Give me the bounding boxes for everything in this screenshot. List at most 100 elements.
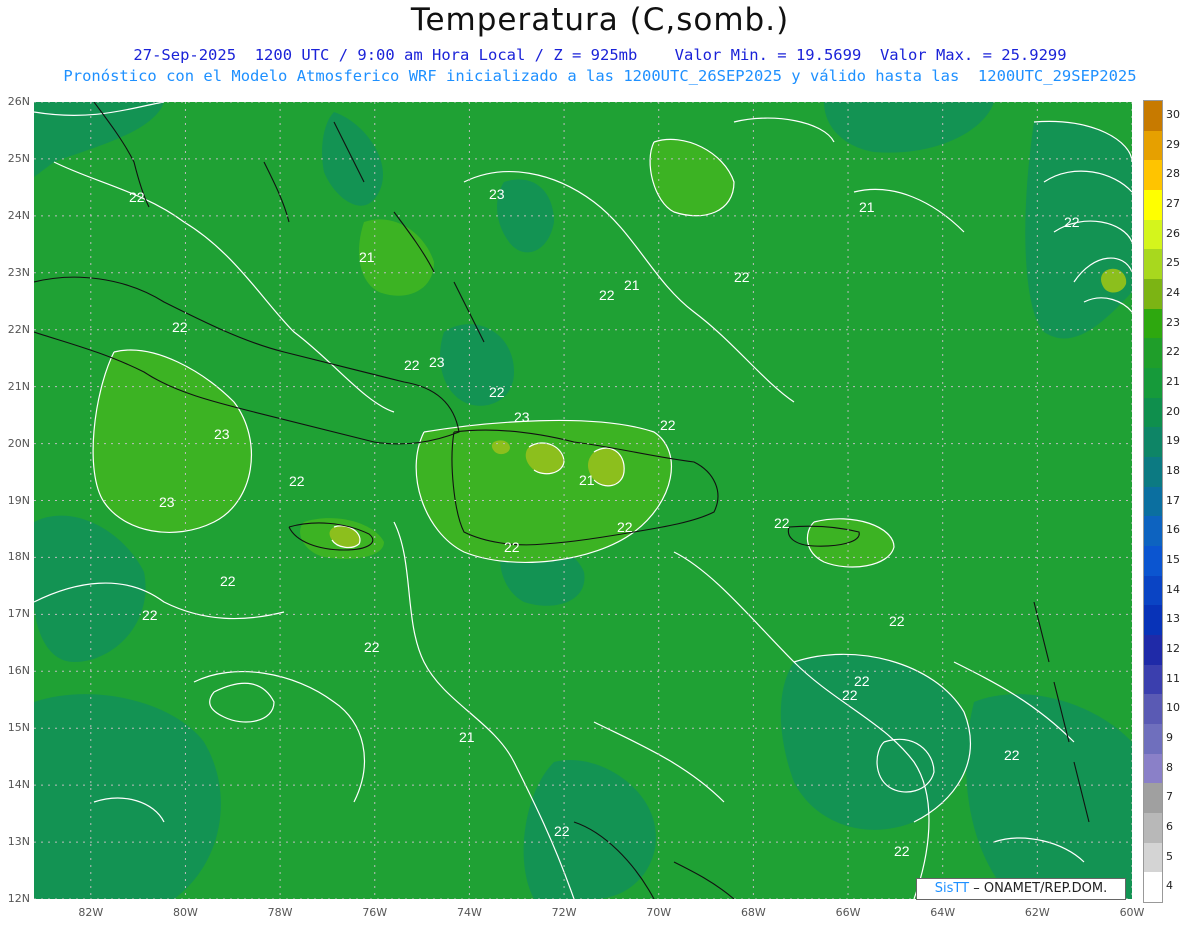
legend-label: 10 xyxy=(1166,701,1180,715)
contour-label: 23 xyxy=(489,186,505,202)
contour-label: 22 xyxy=(404,357,420,373)
longitude-label: 60W xyxy=(1119,906,1145,919)
latitude-label: 21N xyxy=(7,379,30,393)
latitude-label: 23N xyxy=(7,265,30,279)
legend-label: 13 xyxy=(1166,612,1180,626)
longitude-label: 76W xyxy=(362,906,388,919)
legend-swatch xyxy=(1144,338,1162,369)
legend-swatch xyxy=(1144,219,1162,250)
contour-label: 21 xyxy=(579,472,595,488)
legend-swatch xyxy=(1144,101,1162,132)
subtitle-valid-time: 27-Sep-2025 1200 UTC / 9:00 am Hora Loca… xyxy=(133,46,1067,64)
longitude-label: 68W xyxy=(740,906,766,919)
sistt-logo: SisTT xyxy=(934,881,970,896)
legend-swatch xyxy=(1144,694,1162,725)
contour-label: 22 xyxy=(660,417,676,433)
latitude-label: 18N xyxy=(7,550,30,564)
contour-label: 22 xyxy=(1064,214,1080,230)
legend-swatch xyxy=(1144,605,1162,636)
legend-swatch xyxy=(1144,368,1162,399)
legend-label: 27 xyxy=(1166,196,1180,210)
longitude-label: 80W xyxy=(173,906,198,919)
longitude-label: 64W xyxy=(930,906,956,919)
legend-swatch xyxy=(1144,160,1162,191)
contour-label: 22 xyxy=(617,519,633,535)
contour-label: 22 xyxy=(554,823,570,839)
contour-label: 21 xyxy=(459,729,475,745)
longitude-label: 72W xyxy=(551,906,577,919)
latitude-label: 22N xyxy=(7,322,30,336)
legend-label: 29 xyxy=(1166,137,1180,151)
longitude-label: 66W xyxy=(835,906,861,919)
color-legend xyxy=(1143,100,1163,903)
contour-label: 23 xyxy=(429,354,445,370)
longitude-label: 82W xyxy=(78,906,104,919)
subtitle-model-info: Pronóstico con el Modelo Atmosferico WRF… xyxy=(63,67,1137,85)
legend-label: 5 xyxy=(1166,849,1173,863)
legend-label: 28 xyxy=(1166,167,1180,181)
contour-label: 23 xyxy=(214,426,230,442)
contour-label: 21 xyxy=(359,249,375,265)
legend-swatch xyxy=(1144,130,1162,161)
contour-label: 22 xyxy=(599,287,615,303)
latitude-label: 19N xyxy=(7,493,30,507)
map-panel: 21 22 23 22 21 22 22 21 22 23 23 22 22 23 22 21 22 23 22 22… xyxy=(34,102,1132,899)
longitude-label: 70W xyxy=(646,906,672,919)
legend-swatch xyxy=(1144,753,1162,784)
credit-text: – ONAMET/REP.DOM. xyxy=(973,881,1108,896)
legend-swatch xyxy=(1144,783,1162,814)
contour-label: 23 xyxy=(514,409,530,425)
legend-label: 19 xyxy=(1166,434,1180,448)
legend-label: 9 xyxy=(1166,730,1173,744)
contour-label: 21 xyxy=(859,199,875,215)
latitude-label: 17N xyxy=(7,607,30,621)
latitude-label: 15N xyxy=(7,721,30,735)
map-title: Temperatura (C,somb.) xyxy=(410,2,790,38)
contour-label: 23 xyxy=(159,494,175,510)
legend-label: 23 xyxy=(1166,315,1180,329)
legend-swatch xyxy=(1144,813,1162,844)
contour-label: 22 xyxy=(842,687,858,703)
legend-label: 18 xyxy=(1166,463,1180,477)
legend-label: 14 xyxy=(1166,582,1180,596)
contour-label: 22 xyxy=(894,843,910,859)
contour-label: 22 xyxy=(489,384,505,400)
legend-label: 21 xyxy=(1166,374,1180,388)
contour-label: 22 xyxy=(1004,747,1020,763)
latitude-label: 24N xyxy=(7,208,30,222)
legend-swatch xyxy=(1144,516,1162,547)
legend-label: 7 xyxy=(1166,790,1173,804)
contour-label: 22 xyxy=(289,473,305,489)
legend-label: 11 xyxy=(1166,671,1180,685)
legend-label: 8 xyxy=(1166,760,1173,774)
legend-label: 20 xyxy=(1166,404,1180,418)
legend-label: 26 xyxy=(1166,226,1180,240)
legend-swatch xyxy=(1144,308,1162,339)
legend-swatch xyxy=(1144,872,1162,903)
latitude-label: 16N xyxy=(7,664,30,678)
legend-label: 22 xyxy=(1166,345,1180,359)
latitude-label: 20N xyxy=(7,436,30,450)
temperature-map: 21 22 23 22 21 22 22 21 22 23 23 22 22 23 22 21 22 23 22 22… xyxy=(34,102,1132,899)
legend-swatch xyxy=(1144,457,1162,488)
latitude-label: 26N xyxy=(7,95,30,108)
legend-swatch xyxy=(1144,249,1162,280)
contour-label: 22 xyxy=(129,189,145,205)
legend-label: 17 xyxy=(1166,493,1180,507)
legend-label: 12 xyxy=(1166,641,1180,655)
legend-swatch xyxy=(1144,427,1162,458)
longitude-label: 74W xyxy=(456,906,482,919)
legend-swatch xyxy=(1144,546,1162,577)
latitude-label: 13N xyxy=(7,835,30,849)
legend-swatch xyxy=(1144,486,1162,517)
contour-label: 22 xyxy=(172,319,188,335)
legend-swatch xyxy=(1144,575,1162,606)
credit-box: SisTT – ONAMET/REP.DOM. xyxy=(916,878,1126,900)
legend-label: 25 xyxy=(1166,256,1180,270)
contour-label: 22 xyxy=(889,613,905,629)
latitude-label: 14N xyxy=(7,778,30,792)
contour-label: 22 xyxy=(504,539,520,555)
legend-swatch xyxy=(1144,842,1162,873)
legend-swatch xyxy=(1144,664,1162,695)
legend-label: 6 xyxy=(1166,819,1173,833)
